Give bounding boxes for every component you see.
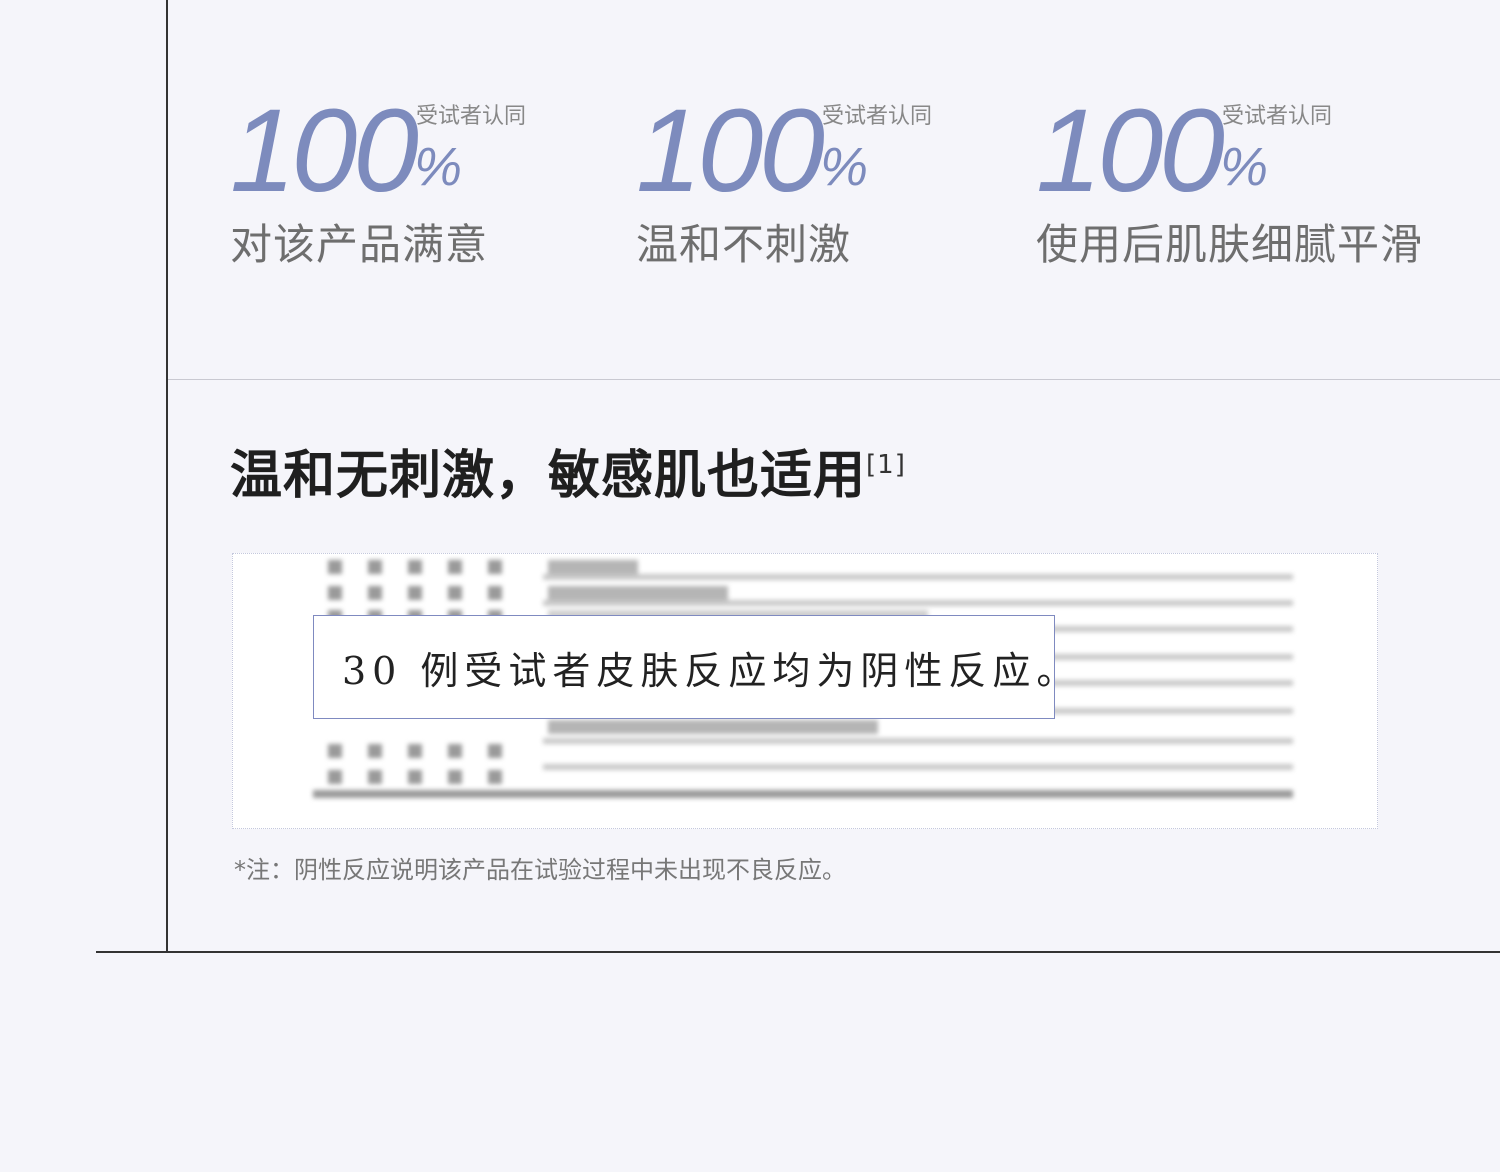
bottom-rule xyxy=(96,951,1500,953)
stat-badge: 受试者认同 xyxy=(822,104,933,129)
stat-percent: % xyxy=(414,137,463,197)
stat-percent: % xyxy=(820,137,869,197)
section-heading: 温和无刺激，敏感肌也适用[1] xyxy=(230,446,906,506)
stat-block-satisfaction: 100 受试者认同 % 对该产品满意 xyxy=(230,92,650,282)
stat-number: 100 xyxy=(1036,85,1225,217)
stat-percent: % xyxy=(1220,137,1269,197)
section-divider xyxy=(168,379,1500,380)
stat-number: 100 xyxy=(636,85,825,217)
stat-label: 温和不刺激 xyxy=(636,220,852,269)
left-vertical-rule xyxy=(166,0,168,953)
page: 100 受试者认同 % 对该产品满意 100 受试者认同 % 温和不刺激 100… xyxy=(0,0,1500,1172)
stat-label: 对该产品满意 xyxy=(230,220,489,269)
footnote: *注：阴性反应说明该产品在试验过程中未出现不良反应。 xyxy=(234,856,846,884)
stat-block-smooth: 100 受试者认同 % 使用后肌肤细腻平滑 xyxy=(1036,92,1456,282)
section-heading-text: 温和无刺激，敏感肌也适用 xyxy=(230,446,867,506)
test-result-callout: 30 例受试者皮肤反应均为阴性反应。 xyxy=(313,615,1074,719)
test-report-image: 30 例受试者皮肤反应均为阴性反应。 xyxy=(232,553,1378,829)
stat-badge: 受试者认同 xyxy=(1222,104,1333,129)
stat-label: 使用后肌肤细腻平滑 xyxy=(1036,220,1424,269)
stat-number: 100 xyxy=(230,85,419,217)
test-result-text: 30 例受试者皮肤反应均为阴性反应。 xyxy=(342,648,1081,693)
reference-mark: [1] xyxy=(866,450,906,480)
stat-badge: 受试者认同 xyxy=(416,104,527,129)
stat-block-gentle: 100 受试者认同 % 温和不刺激 xyxy=(636,92,1056,282)
